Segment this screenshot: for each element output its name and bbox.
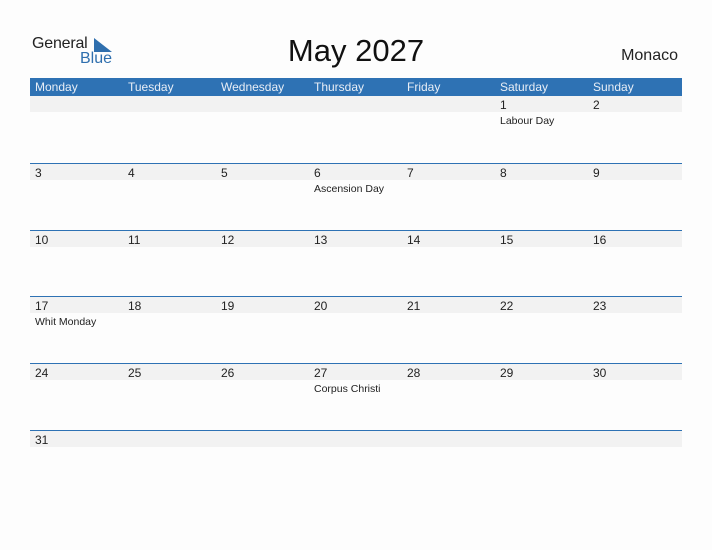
day-cell: 2 (588, 96, 681, 162)
day-cell (216, 96, 309, 162)
day-cell: 16 (588, 231, 681, 297)
holiday-label: Whit Monday (35, 316, 97, 328)
calendar-title: May 2027 (287, 33, 425, 68)
week-row: 10 11 12 13 14 15 16 (30, 230, 682, 297)
day-cell (588, 431, 681, 497)
day-cell (402, 431, 495, 497)
day-number: 3 (35, 166, 42, 180)
holiday-label: Corpus Christi (314, 383, 381, 395)
day-cell: 29 (495, 364, 588, 430)
day-cell: 18 (123, 297, 216, 363)
day-cell: 13 (309, 231, 402, 297)
day-cell: 27 Corpus Christi (309, 364, 402, 430)
day-number: 18 (128, 299, 142, 313)
country-label: Monaco (621, 47, 678, 64)
day-number: 12 (221, 233, 235, 247)
day-number: 30 (593, 366, 607, 380)
day-cell: 25 (123, 364, 216, 430)
day-cell: 8 (495, 164, 588, 230)
day-number: 21 (407, 299, 421, 313)
weekday-header: Monday Tuesday Wednesday Thursday Friday… (30, 78, 682, 96)
day-number: 9 (593, 166, 600, 180)
day-cell: 30 (588, 364, 681, 430)
day-cell: 12 (216, 231, 309, 297)
day-number: 23 (593, 299, 607, 313)
weekday-thursday: Thursday (314, 80, 365, 94)
day-number: 15 (500, 233, 514, 247)
day-number: 13 (314, 233, 328, 247)
day-number: 16 (593, 233, 607, 247)
day-cell: 15 (495, 231, 588, 297)
weekday-saturday: Saturday (500, 80, 549, 94)
day-cell (123, 96, 216, 162)
day-cell: 11 (123, 231, 216, 297)
day-cell: 26 (216, 364, 309, 430)
day-number: 27 (314, 366, 328, 380)
day-number: 17 (35, 299, 49, 313)
week-row: 24 25 26 27 Corpus Christi 28 29 30 (30, 363, 682, 430)
day-number: 28 (407, 366, 421, 380)
day-cell: 10 (30, 231, 123, 297)
day-cell: 24 (30, 364, 123, 430)
day-number: 20 (314, 299, 328, 313)
weekday-tuesday: Tuesday (128, 80, 174, 94)
day-cell: 20 (309, 297, 402, 363)
week-row: 1 Labour Day 2 (30, 96, 682, 162)
day-cell: 6 Ascension Day (309, 164, 402, 230)
weekday-wednesday: Wednesday (221, 80, 285, 94)
weekday-monday: Monday (35, 80, 78, 94)
weekday-sunday: Sunday (593, 80, 634, 94)
day-number: 5 (221, 166, 228, 180)
weekday-friday: Friday (407, 80, 441, 94)
day-cell (216, 431, 309, 497)
day-number: 14 (407, 233, 421, 247)
day-cell: 28 (402, 364, 495, 430)
day-number: 24 (35, 366, 49, 380)
day-number: 25 (128, 366, 142, 380)
day-cell: 5 (216, 164, 309, 230)
day-number: 4 (128, 166, 135, 180)
day-number: 8 (500, 166, 507, 180)
holiday-label: Labour Day (500, 115, 555, 127)
day-cell: 21 (402, 297, 495, 363)
day-cell (30, 96, 123, 162)
day-cell: 14 (402, 231, 495, 297)
day-cell (402, 96, 495, 162)
day-cell: 17 Whit Monday (30, 297, 123, 363)
day-cell (123, 431, 216, 497)
week-row: 31 (30, 430, 682, 497)
day-number: 10 (35, 233, 49, 247)
day-cell: 4 (123, 164, 216, 230)
day-cell (309, 96, 402, 162)
day-number: 26 (221, 366, 235, 380)
day-cell: 7 (402, 164, 495, 230)
week-row: 17 Whit Monday 18 19 20 21 22 23 (30, 296, 682, 363)
day-cell (309, 431, 402, 497)
day-cell: 19 (216, 297, 309, 363)
day-cell: 31 (30, 431, 123, 497)
day-number: 11 (128, 233, 141, 247)
day-cell: 22 (495, 297, 588, 363)
day-cell: 1 Labour Day (495, 96, 588, 162)
day-number: 6 (314, 166, 321, 180)
day-cell: 3 (30, 164, 123, 230)
week-row: 3 4 5 6 Ascension Day 7 8 9 (30, 163, 682, 230)
day-number: 22 (500, 299, 514, 313)
day-cell: 9 (588, 164, 681, 230)
day-number: 2 (593, 98, 600, 112)
day-number: 7 (407, 166, 414, 180)
day-number: 1 (500, 98, 507, 112)
day-number: 29 (500, 366, 514, 380)
day-number: 19 (221, 299, 235, 313)
day-cell (495, 431, 588, 497)
holiday-label: Ascension Day (314, 183, 385, 195)
day-cell: 23 (588, 297, 681, 363)
day-number: 31 (35, 433, 49, 447)
